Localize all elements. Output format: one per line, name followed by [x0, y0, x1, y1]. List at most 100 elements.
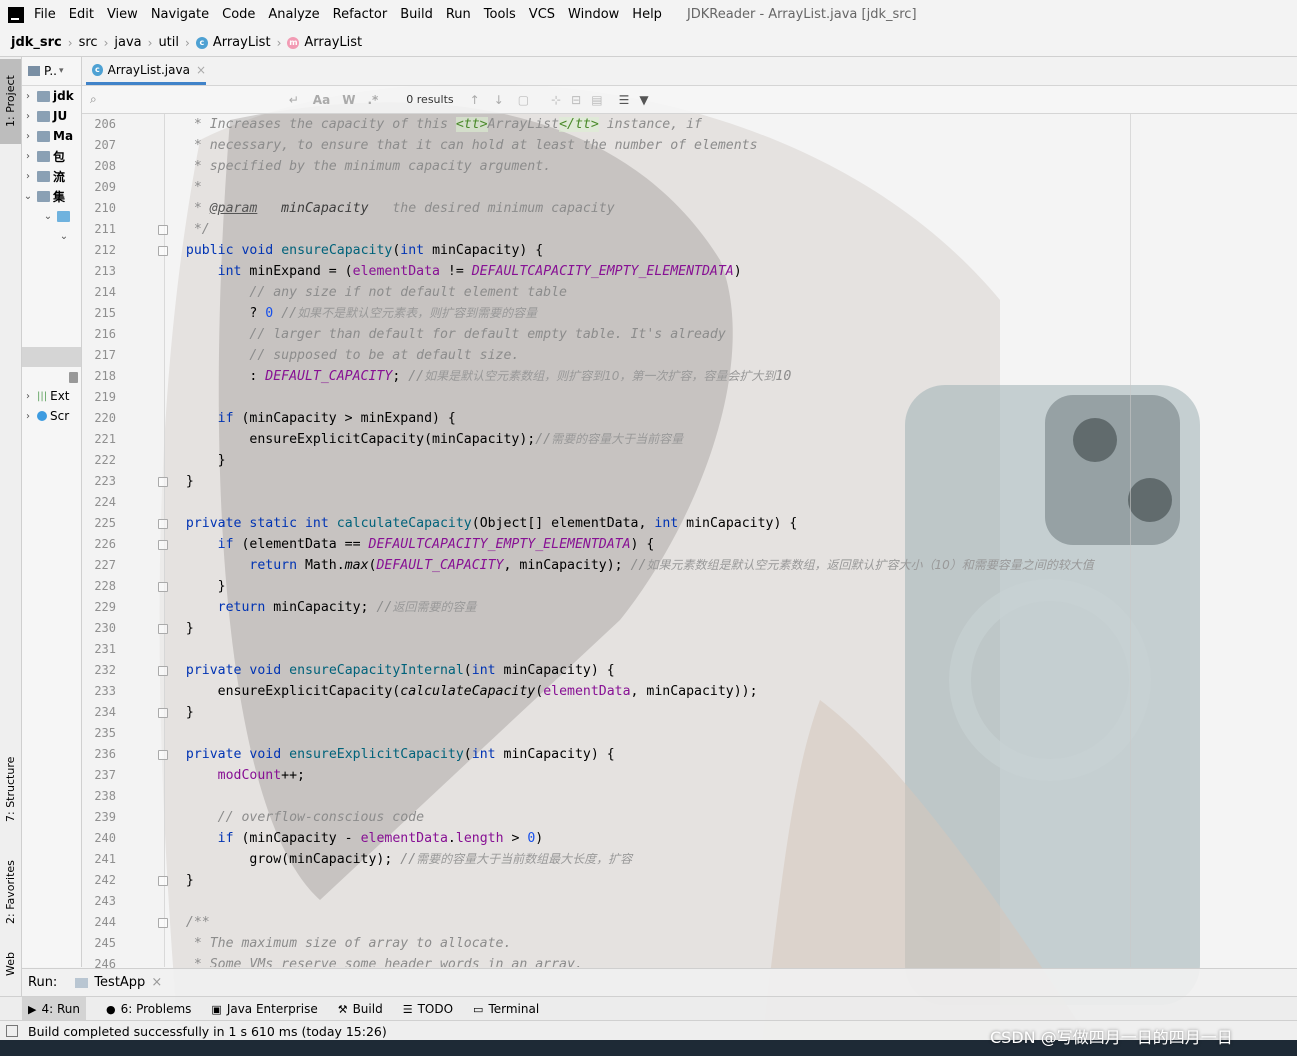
breadcrumb-util[interactable]: util — [158, 35, 179, 50]
code-line: // larger than default for default empty… — [170, 327, 726, 342]
close-icon[interactable]: × — [196, 63, 206, 77]
fold-marker-icon[interactable] — [158, 246, 168, 256]
fold-marker-icon[interactable] — [158, 750, 168, 760]
search-input[interactable] — [97, 90, 277, 110]
fold-marker-icon[interactable] — [158, 666, 168, 676]
whole-word-toggle[interactable]: W — [342, 93, 355, 107]
line-number: 221 — [94, 432, 116, 446]
match-case-toggle[interactable]: Aa — [313, 93, 330, 107]
run-config-tab[interactable]: TestApp — [94, 975, 145, 990]
tool-run-label: 4: Run — [41, 1002, 80, 1016]
line-number: 213 — [94, 264, 116, 278]
chevron-down-icon[interactable]: ▾ — [59, 66, 64, 76]
collapse-arrow-icon[interactable]: ⌄ — [22, 191, 34, 202]
menu-window[interactable]: Window — [568, 7, 619, 22]
select-all-icon[interactable]: ▤ — [591, 93, 602, 107]
menu-help[interactable]: Help — [632, 7, 662, 22]
close-icon[interactable]: × — [151, 975, 162, 990]
menu-view[interactable]: View — [107, 7, 138, 22]
collapse-arrow-icon[interactable]: ⌄ — [58, 231, 70, 242]
class-icon: c — [195, 36, 208, 49]
select-all-occurrences-icon[interactable]: ▢ — [518, 93, 529, 107]
tree-item[interactable]: ⌄ — [42, 206, 81, 226]
tool-terminal[interactable]: ▭ Terminal — [473, 1002, 539, 1016]
fold-marker-icon[interactable] — [158, 540, 168, 550]
fold-marker-icon[interactable] — [158, 918, 168, 928]
fold-marker-icon[interactable] — [158, 582, 168, 592]
expand-arrow-icon[interactable]: › — [22, 151, 34, 162]
menu-refactor[interactable]: Refactor — [333, 7, 388, 22]
regex-toggle[interactable]: .* — [367, 93, 378, 107]
menu-run[interactable]: Run — [446, 7, 471, 22]
tree-item-selected[interactable] — [22, 347, 81, 367]
tree-item[interactable]: › 包 — [22, 146, 81, 166]
new-line-icon[interactable]: ↵ — [289, 93, 299, 107]
code-line: */ — [170, 222, 210, 237]
editor-tab-label: ArrayList.java — [107, 62, 190, 77]
remove-occurrence-icon[interactable]: ⊟ — [571, 93, 581, 107]
tool-todo[interactable]: ☰ TODO — [403, 1002, 453, 1016]
fold-marker-icon[interactable] — [158, 876, 168, 886]
expand-arrow-icon[interactable]: › — [22, 111, 34, 122]
tool-problems[interactable]: ● 6: Problems — [106, 1002, 191, 1016]
tab-favorites[interactable]: 2: Favorites — [0, 847, 21, 937]
tool-java-enterprise[interactable]: ▣ Java Enterprise — [211, 1002, 317, 1016]
breadcrumb-project[interactable]: jdk_src — [11, 35, 62, 50]
menu-tools[interactable]: Tools — [484, 7, 516, 22]
fold-marker-icon[interactable] — [158, 477, 168, 487]
menu-code[interactable]: Code — [222, 7, 255, 22]
expand-arrow-icon[interactable]: › — [22, 91, 34, 102]
menu-vcs[interactable]: VCS — [529, 7, 555, 22]
tab-structure[interactable]: 7: Structure — [0, 747, 21, 832]
tab-structure-label: 7: Structure — [4, 756, 17, 823]
tree-item[interactable]: ⌄ — [58, 226, 81, 246]
menu-file[interactable]: File — [34, 7, 56, 22]
breadcrumb-src[interactable]: src — [79, 35, 98, 50]
tree-item[interactable]: › JU — [22, 106, 81, 126]
tab-project[interactable]: 1: Project — [0, 59, 21, 144]
filter-options-icon[interactable]: ☰ — [619, 93, 630, 107]
code-line: } — [170, 453, 226, 468]
menu-analyze[interactable]: Analyze — [268, 7, 319, 22]
code-line: * — [170, 180, 202, 195]
menu-build[interactable]: Build — [400, 7, 433, 22]
fold-marker-icon[interactable] — [158, 708, 168, 718]
code-line: grow(minCapacity); //需要的容量大于当前数组最大长度，扩容 — [170, 852, 633, 867]
tab-web[interactable]: Web — [0, 942, 21, 987]
next-occurrence-icon[interactable]: ↓ — [494, 93, 504, 107]
menu-edit[interactable]: Edit — [69, 7, 94, 22]
code-editor[interactable]: * Increases the capacity of this <tt>Arr… — [170, 114, 1297, 967]
breadcrumb-class[interactable]: c ArrayList — [195, 35, 271, 50]
tree-item[interactable]: › Scr — [22, 406, 81, 426]
tool-build[interactable]: ⚒ Build — [338, 1002, 383, 1016]
expand-arrow-icon[interactable]: › — [22, 411, 34, 422]
previous-occurrence-icon[interactable]: ↑ — [470, 93, 480, 107]
project-panel-title[interactable]: P.. — [44, 64, 57, 78]
line-number: 234 — [94, 705, 116, 719]
tree-item[interactable]: › jdk — [22, 86, 81, 106]
expand-arrow-icon[interactable]: › — [22, 171, 34, 182]
tool-run[interactable]: ▶ 4: Run — [22, 997, 86, 1021]
search-icon[interactable]: ⌕ — [90, 92, 97, 107]
tree-item[interactable]: ⌄ 集 — [22, 186, 81, 206]
tree-item[interactable]: › ||| Ext — [22, 386, 81, 406]
fold-marker-icon[interactable] — [158, 624, 168, 634]
collapse-arrow-icon[interactable]: ⌄ — [42, 211, 54, 222]
fold-marker-icon[interactable] — [158, 519, 168, 529]
expand-arrow-icon[interactable]: › — [22, 391, 34, 402]
editor-tab-arraylist[interactable]: c ArrayList.java × — [86, 57, 206, 85]
tree-item[interactable] — [66, 367, 81, 387]
code-line: ensureExplicitCapacity(minCapacity);//需要… — [170, 432, 684, 447]
breadcrumb-member[interactable]: m ArrayList — [287, 35, 362, 50]
add-occurrence-icon[interactable]: ⊹ — [551, 93, 561, 107]
tree-item[interactable]: › Ma — [22, 126, 81, 146]
expand-arrow-icon[interactable]: › — [22, 131, 34, 142]
tool-todo-label: TODO — [417, 1002, 454, 1016]
fold-marker-icon[interactable] — [158, 225, 168, 235]
tree-item[interactable]: › 流 — [22, 166, 81, 186]
tool-windows-toggle-icon[interactable] — [6, 1025, 18, 1037]
filter-icon[interactable]: ▼ — [639, 93, 648, 107]
menu-navigate[interactable]: Navigate — [151, 7, 209, 22]
breadcrumb-java[interactable]: java — [114, 35, 141, 50]
code-line: int minExpand = (elementData != DEFAULTC… — [217, 264, 742, 279]
